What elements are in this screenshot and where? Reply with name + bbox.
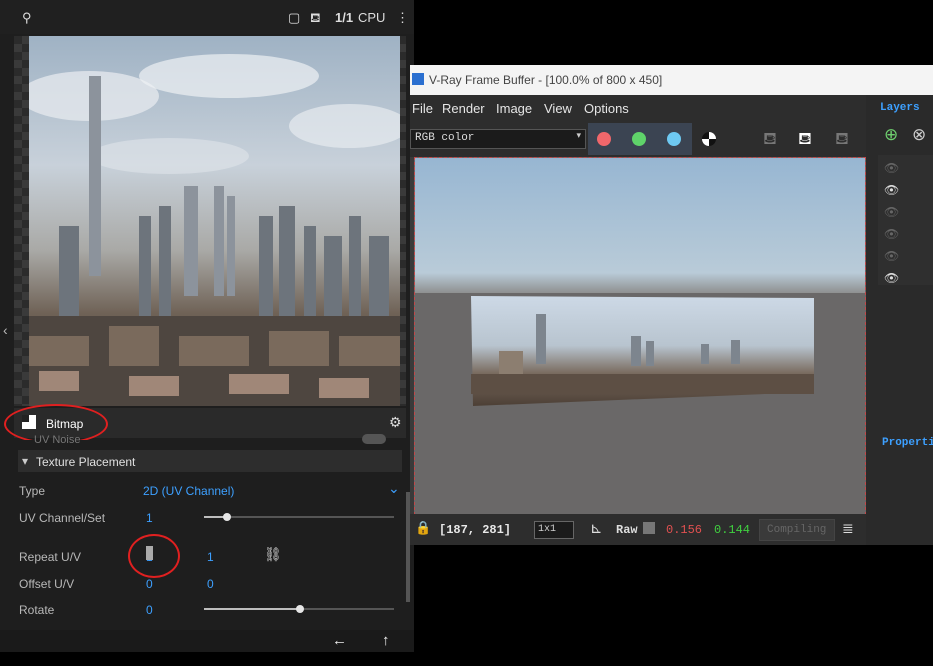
uv-channel-value[interactable]: 1: [146, 511, 153, 525]
sample-size-select[interactable]: 1x1: [534, 521, 574, 539]
channel-value: RGB color: [415, 132, 475, 144]
eye-icon[interactable]: 👁: [884, 271, 899, 285]
eye-icon[interactable]: 👁: [884, 161, 899, 175]
triangle-down-icon: ▾: [22, 454, 29, 468]
rotate-slider-fill: [204, 608, 300, 610]
menu-options[interactable]: Options: [584, 101, 629, 116]
type-value[interactable]: 2D (UV Channel): [143, 484, 234, 498]
section-title: Texture Placement: [36, 455, 136, 469]
status-bar: 🔒 [187, 281] 1x1 ⊾ Raw 0.156 0.144 Compi…: [410, 514, 866, 545]
teapot-icon[interactable]: ⛾: [763, 129, 777, 151]
vray-logo-icon: [412, 73, 424, 85]
render-textured-plane: [471, 296, 814, 406]
eye-icon[interactable]: 👁: [884, 249, 899, 263]
alpha-channel-button[interactable]: [702, 132, 716, 146]
color-swatch[interactable]: [643, 522, 655, 534]
offset-u-value[interactable]: 0: [146, 577, 153, 591]
red-channel-button[interactable]: [597, 132, 611, 146]
parameters-section: UV Noise ▾ Texture Placement Type 2D (UV…: [14, 434, 410, 630]
bottom-nav: ← ↑: [0, 630, 414, 652]
layers-tab[interactable]: Layers: [880, 102, 920, 114]
red-value: 0.156: [666, 523, 703, 537]
vray-frame-buffer-window: V-Ray Frame Buffer - [100.0% of 800 x 45…: [410, 65, 933, 545]
offset-label: Offset U/V: [19, 577, 75, 591]
render-viewport[interactable]: [414, 157, 866, 515]
pixel-coords: [187, 281]: [439, 523, 512, 537]
rotate-slider-knob[interactable]: [296, 605, 304, 613]
uv-channel-label: UV Channel/Set: [19, 511, 106, 525]
window-title: V-Ray Frame Buffer - [100.0% of 800 x 45…: [429, 73, 663, 87]
teapot-icon[interactable]: ⛾: [310, 10, 321, 28]
menu-render[interactable]: Render: [442, 101, 485, 116]
log-icon[interactable]: ≣: [842, 520, 854, 537]
offset-v-value[interactable]: 0: [207, 577, 214, 591]
repeat-v-value[interactable]: 1: [207, 550, 214, 564]
teapot-interactive-icon[interactable]: ⛾: [835, 129, 849, 151]
up-arrow-icon[interactable]: ↑: [382, 632, 390, 649]
compare-button[interactable]: Compiling: [759, 519, 835, 541]
checker-right: [400, 36, 406, 406]
texture-editor-panel: ⚲ ▢ ⛾ 1/1 CPU ⋮ ‹ Bitmap ⚙ UV Noise ▾ Te…: [0, 0, 414, 652]
green-channel-button[interactable]: [632, 132, 646, 146]
eye-icon[interactable]: 👁: [884, 227, 899, 241]
menu-bar: File Render Image View Options: [410, 95, 866, 121]
lock-icon[interactable]: 🔒: [415, 520, 431, 536]
link-icon[interactable]: ⛓: [264, 546, 282, 563]
preview-toolbar: ⚲ ▢ ⛾ 1/1 CPU ⋮: [0, 0, 414, 34]
repeat-label: Repeat U/V: [19, 550, 82, 564]
uv-noise-label: UV Noise: [34, 434, 81, 446]
material-link-icon[interactable]: ⚲: [22, 10, 32, 26]
window-titlebar: V-Ray Frame Buffer - [100.0% of 800 x 45…: [410, 65, 933, 95]
properties-tab[interactable]: Properties: [882, 437, 933, 449]
raw-label: Raw: [616, 523, 638, 537]
rotate-label: Rotate: [19, 603, 55, 617]
type-label: Type: [19, 484, 46, 498]
layers-panel: Layers ⊕ ⊗ 👁 👁 👁 👁 👁 👁 Properties: [866, 95, 933, 545]
back-arrow-icon[interactable]: ←: [332, 632, 347, 649]
dropdown-icon: ▾: [576, 131, 581, 141]
uv-channel-slider-knob[interactable]: [223, 513, 231, 521]
menu-view[interactable]: View: [544, 101, 572, 116]
ratio-selector[interactable]: 1/1: [335, 10, 353, 25]
compare-label: Compiling: [767, 524, 827, 536]
stop-icon[interactable]: ▢: [288, 10, 300, 26]
layer-list: 👁 👁 👁 👁 👁 👁: [878, 155, 933, 285]
render-sky: [415, 158, 865, 293]
texture-placement-header[interactable]: ▾ Texture Placement: [18, 450, 402, 472]
eye-icon[interactable]: 👁: [884, 183, 899, 197]
channel-select[interactable]: RGB color ▾: [410, 129, 586, 149]
collapse-arrow-icon[interactable]: ‹: [3, 322, 8, 338]
annotation-circle-repeat: [128, 534, 180, 578]
add-layer-icon[interactable]: ⊕: [884, 125, 898, 145]
menu-file[interactable]: File: [412, 101, 433, 116]
chevron-down-icon[interactable]: ⌄: [388, 480, 400, 497]
vfb-toolbar: RGB color ▾ ⛾ ⛾ ⛾: [410, 121, 866, 157]
engine-selector[interactable]: CPU: [358, 10, 385, 25]
green-value: 0.144: [714, 523, 751, 537]
uv-noise-toggle[interactable]: [362, 434, 386, 444]
bitmap-preview-image: [29, 36, 400, 406]
remove-layer-icon[interactable]: ⊗: [912, 125, 926, 145]
blue-channel-button[interactable]: [667, 132, 681, 146]
checker-left: [14, 36, 29, 406]
menu-image[interactable]: Image: [496, 101, 532, 116]
curve-icon[interactable]: ⊾: [590, 519, 603, 537]
settings-icon[interactable]: ⚙: [389, 414, 402, 431]
rotate-value[interactable]: 0: [146, 603, 153, 617]
teapot-region-icon[interactable]: ⛾: [798, 129, 812, 151]
uv-channel-slider[interactable]: [204, 516, 394, 518]
more-icon[interactable]: ⋮: [396, 10, 409, 26]
text-cursor: [146, 546, 153, 560]
sample-size-value: 1x1: [538, 524, 557, 535]
eye-icon[interactable]: 👁: [884, 205, 899, 219]
